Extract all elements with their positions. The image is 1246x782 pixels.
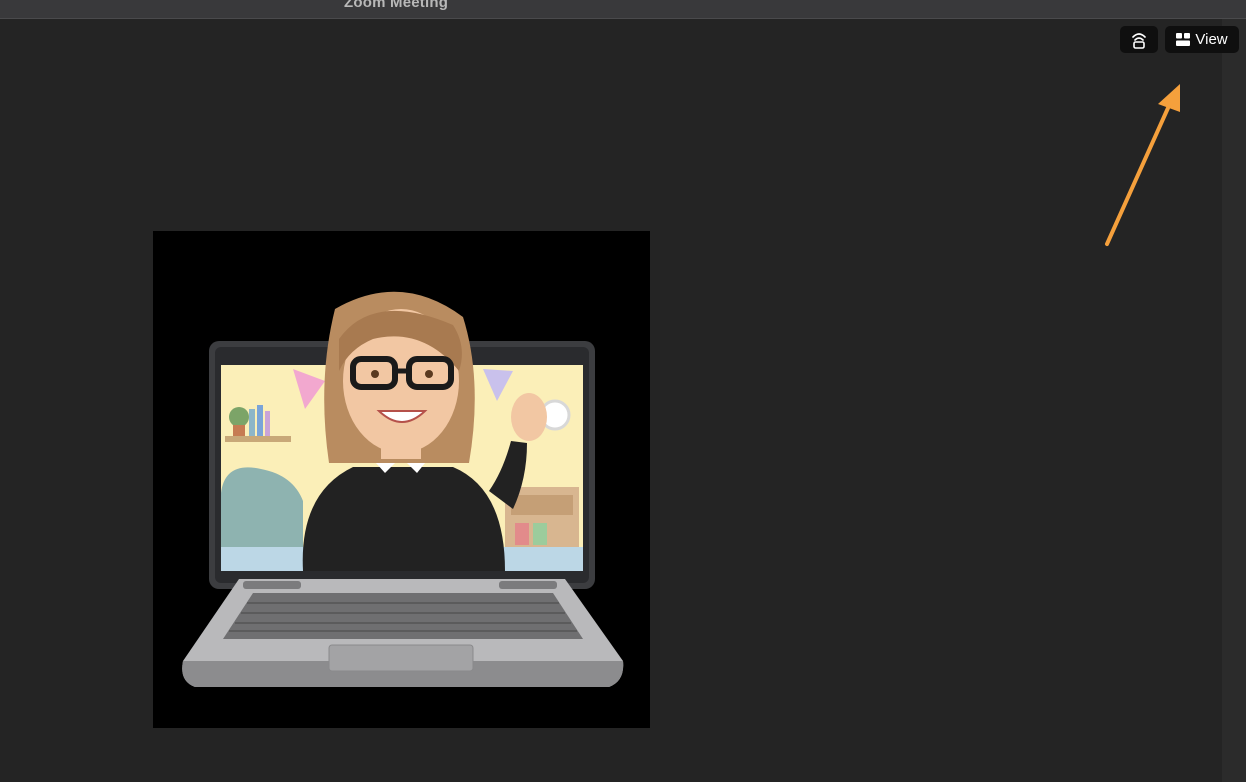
- zoom-meeting-window: Zoom Meeting View: [0, 0, 1246, 782]
- view-button[interactable]: View: [1165, 26, 1239, 53]
- view-button-label: View: [1195, 31, 1228, 48]
- top-right-controls: View: [1120, 26, 1239, 53]
- window-title: Zoom Meeting: [344, 0, 449, 11]
- immersive-view-icon: [1132, 32, 1146, 49]
- grid-view-icon: [1176, 33, 1191, 46]
- title-bar: Zoom Meeting: [0, 0, 1246, 19]
- participant-video-tile[interactable]: [153, 231, 650, 728]
- immersive-view-button[interactable]: [1120, 26, 1158, 53]
- side-panel-edge: [1222, 19, 1246, 782]
- bitmoji-avatar-on-laptop: [182, 291, 624, 687]
